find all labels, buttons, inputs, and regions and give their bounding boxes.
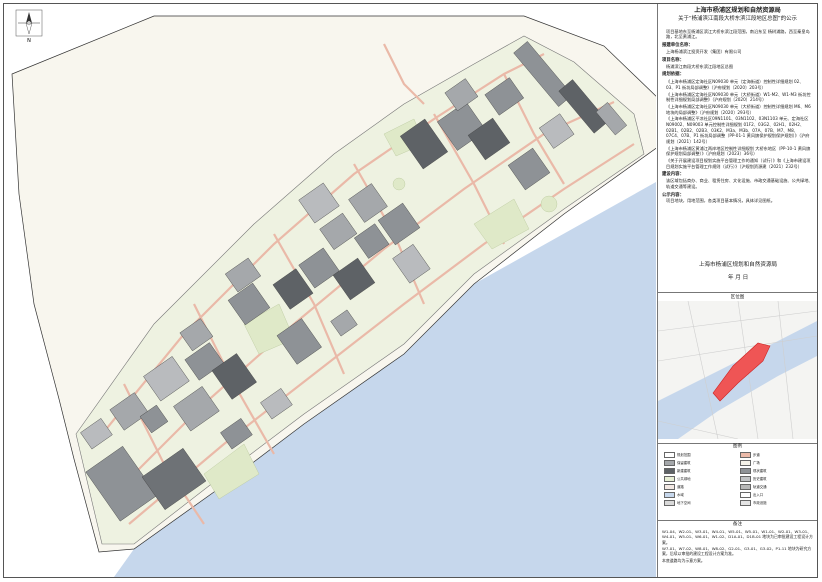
section-scope: 项目基地东至杨浦区滨江大桥东滨江段范围，南沿东至 杨树浦路，西至秦皇岛路，北至黄… [666, 28, 810, 40]
note-line: W7-01、W7-02、W8-01、W8-02、G2-01、G3-01、G3-0… [662, 545, 812, 557]
legend-item: 地下空间 [664, 500, 691, 506]
section-content: 建设内容： 该区域包括商办、商业、租赁住房、文化设施、市政交通基础设施、公共绿地… [662, 172, 813, 189]
legend-item: 规划范围 [664, 452, 691, 458]
legend-item: 公共绿地 [664, 476, 691, 482]
master-plan-map: N [4, 4, 656, 577]
notes: 备注 W1-04、W2-01、W3-01、W4-01、W5-01、W5-01、W… [662, 522, 813, 563]
legend-item: 轨道交通 [740, 484, 767, 490]
legend-item: 步道 [740, 452, 760, 458]
info-panel: 上海市杨浦区规划和自然资源局 关于“杨浦滨江南段大桥东滨江段地区总图”的公示 项… [657, 4, 818, 577]
legend-item: 广场 [740, 460, 760, 466]
legend-item: 现状建筑 [740, 468, 767, 474]
reference-item: 《上海市杨浦区平凉社区09N1101、03N1102、03N1103 单元、定海… [666, 116, 810, 144]
legend: 图例 规划范围 保留建筑 新建建筑 公共绿地 道路 水域 地下空间 步道 广场 … [658, 442, 817, 521]
note-line: W1-04、W2-01、W3-01、W4-01、W5-01、W5-01、W1-0… [662, 529, 813, 545]
notice-title: 关于“杨浦滨江南段大桥东滨江段地区总图”的公示 [678, 16, 797, 23]
compass-label: N [27, 38, 31, 44]
reference-item: 《上海市杨浦区定海社区N09030 单元（大桥街道）W1-M2、W1-M3 街坊… [666, 91, 811, 103]
legend-item: 市政设施 [740, 500, 767, 506]
legend-item: 道路 [664, 484, 684, 490]
legend-item: 水域 [664, 492, 684, 498]
reference-item: 《上海市杨浦区定海社区N09030 单元（定海街道）控制性详细规划 02、03、… [666, 79, 804, 90]
legend-item: 新建建筑 [664, 468, 691, 474]
reference-item: 《上海市杨浦区定海社区N09030 单元（大桥街道）控制性详细规划 M6、M6 … [666, 103, 811, 115]
legend-item: 出入口 [740, 492, 763, 498]
section-project: 项目名称： 杨浦滨江南段大桥东滨江段地区总图 [662, 57, 734, 69]
legend-item: 保留建筑 [664, 460, 691, 466]
legend-item: 历史建筑 [740, 476, 767, 482]
section-applicant: 报建单位名称： 上海杨浦滨江投资开发（集团）有限公司 [662, 43, 742, 54]
note-line: 本底道路均为示意方案。 [662, 557, 705, 563]
reference-item: 《关于开展建设项目规划实施平台管理工作的通知（试行）》和《上海市建设项目规划实施… [666, 157, 811, 169]
issuing-authority: 上海市杨浦区规划和自然资源局 [694, 7, 781, 14]
reference-item: 《上海市杨浦区黄浦江两岸地区控制性详细规划 大桥东地区（PP-10-1 黄风旗保… [666, 145, 811, 157]
signature-block: 上海市杨浦区规划和自然资源局 年 月 日 [698, 262, 778, 281]
section-basis: 规划依据： 《上海市杨浦区定海社区N09030 单元（定海街道）控制性详细规划 … [662, 72, 813, 169]
location-map-graphic [657, 301, 818, 440]
section-publicity: 公示内容： 项目地块，用地范围，各类项目基本情况，具体详见图纸。 [662, 192, 775, 204]
location-map: 区位图 [657, 292, 818, 444]
